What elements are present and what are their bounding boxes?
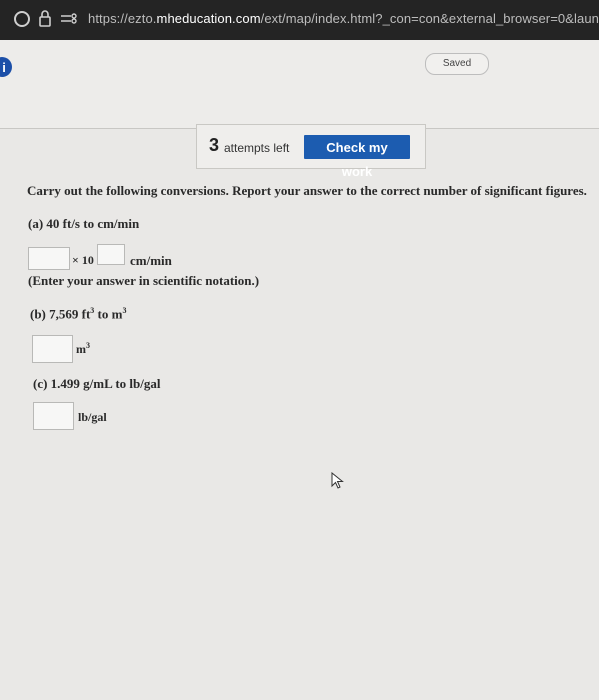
part-c-answer-input[interactable] — [33, 402, 74, 430]
part-a-unit: cm/min — [130, 253, 172, 268]
part-b-sup-2: 3 — [122, 306, 127, 315]
times-ten-label: × 10 — [72, 253, 94, 267]
part-c-prompt: (c) 1.499 g/mL to lb/gal — [33, 376, 161, 391]
url-path: /ext/map/index.html?_con=con&external_br… — [260, 11, 599, 26]
part-b-prompt: (b) 7,569 ft3 to m3 — [30, 306, 126, 322]
check-my-work-button[interactable]: Check my work — [304, 135, 410, 179]
part-a-note: (Enter your answer in scientific notatio… — [28, 273, 260, 288]
assignment-header: i Saved — [0, 40, 599, 129]
reload-circle-icon[interactable] — [14, 11, 30, 27]
url-prefix: https://ezto. — [88, 11, 157, 26]
attempts-label: attempts left — [224, 141, 290, 155]
browser-address-bar: https://ezto.mheducation.com/ext/map/ind… — [0, 0, 599, 40]
part-c-unit: lb/gal — [78, 410, 107, 424]
question-instructions: Carry out the following conversions. Rep… — [27, 183, 587, 198]
info-icon[interactable]: i — [0, 57, 12, 77]
url-domain: mheducation.com — [156, 11, 261, 26]
part-b-unit: m3 — [76, 341, 90, 357]
part-a-coefficient-input[interactable] — [28, 247, 70, 270]
connection-icon[interactable] — [60, 12, 78, 31]
part-a-prompt: (a) 40 ft/s to cm/min — [28, 216, 140, 231]
attempts-panel: 3 attempts left Check my work — [196, 124, 426, 179]
lock-icon[interactable] — [38, 9, 52, 32]
attempts-count: 3 — [209, 135, 220, 155]
mouse-cursor-icon — [331, 471, 345, 495]
part-a-exponent-input[interactable] — [97, 244, 125, 265]
part-b-prompt-text: (b) 7,569 ft — [30, 306, 91, 322]
part-b-answer-input[interactable] — [32, 335, 73, 363]
part-b-unit-sup: 3 — [86, 341, 90, 350]
part-b-prompt-mid: to m — [94, 306, 123, 322]
saved-status-badge: Saved — [425, 53, 489, 75]
part-b-unit-text: m — [76, 342, 86, 356]
url-text[interactable]: https://ezto.mheducation.com/ext/map/ind… — [88, 11, 599, 26]
